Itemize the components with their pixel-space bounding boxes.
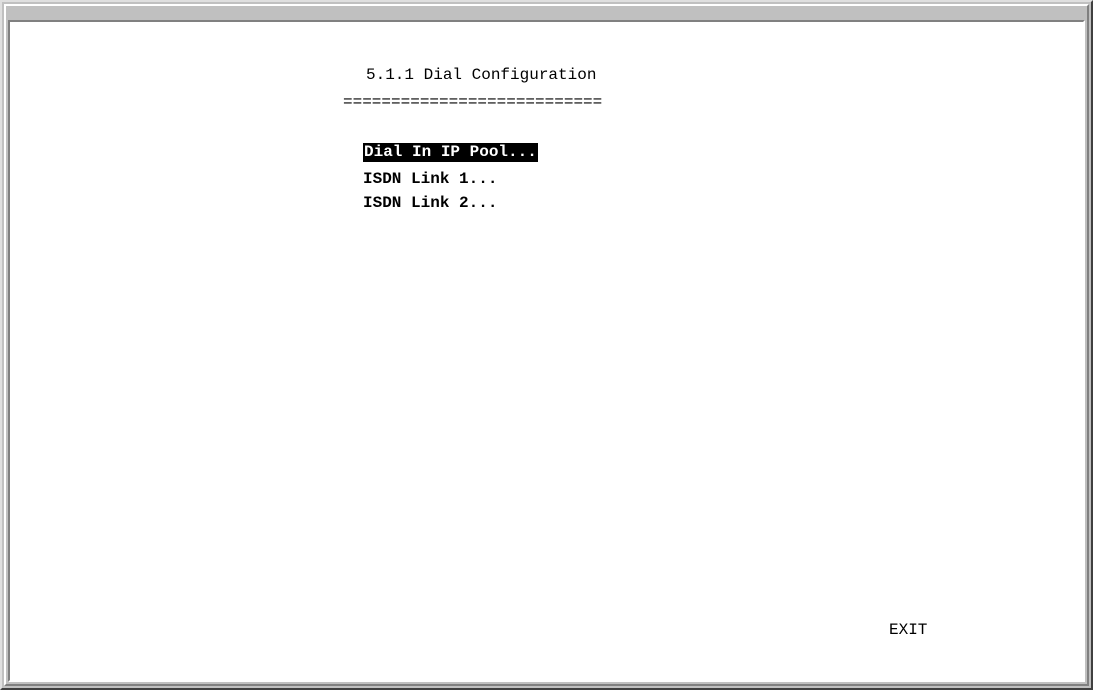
menu-item-dial-in-ip-pool[interactable]: Dial In IP Pool... <box>363 143 538 162</box>
menu-item-isdn-link-1[interactable]: ISDN Link 1... <box>363 167 538 191</box>
dial-config-menu: Dial In IP Pool... ISDN Link 1... ISDN L… <box>363 143 538 215</box>
exit-button[interactable]: EXIT <box>889 621 927 640</box>
title-underline: =========================== <box>343 93 603 111</box>
menu-item-isdn-link-2[interactable]: ISDN Link 2... <box>363 191 538 215</box>
screen-title: 5.1.1 Dial Configuration <box>366 66 597 84</box>
terminal-screen[interactable]: 5.1.1 Dial Configuration ===============… <box>8 20 1085 682</box>
